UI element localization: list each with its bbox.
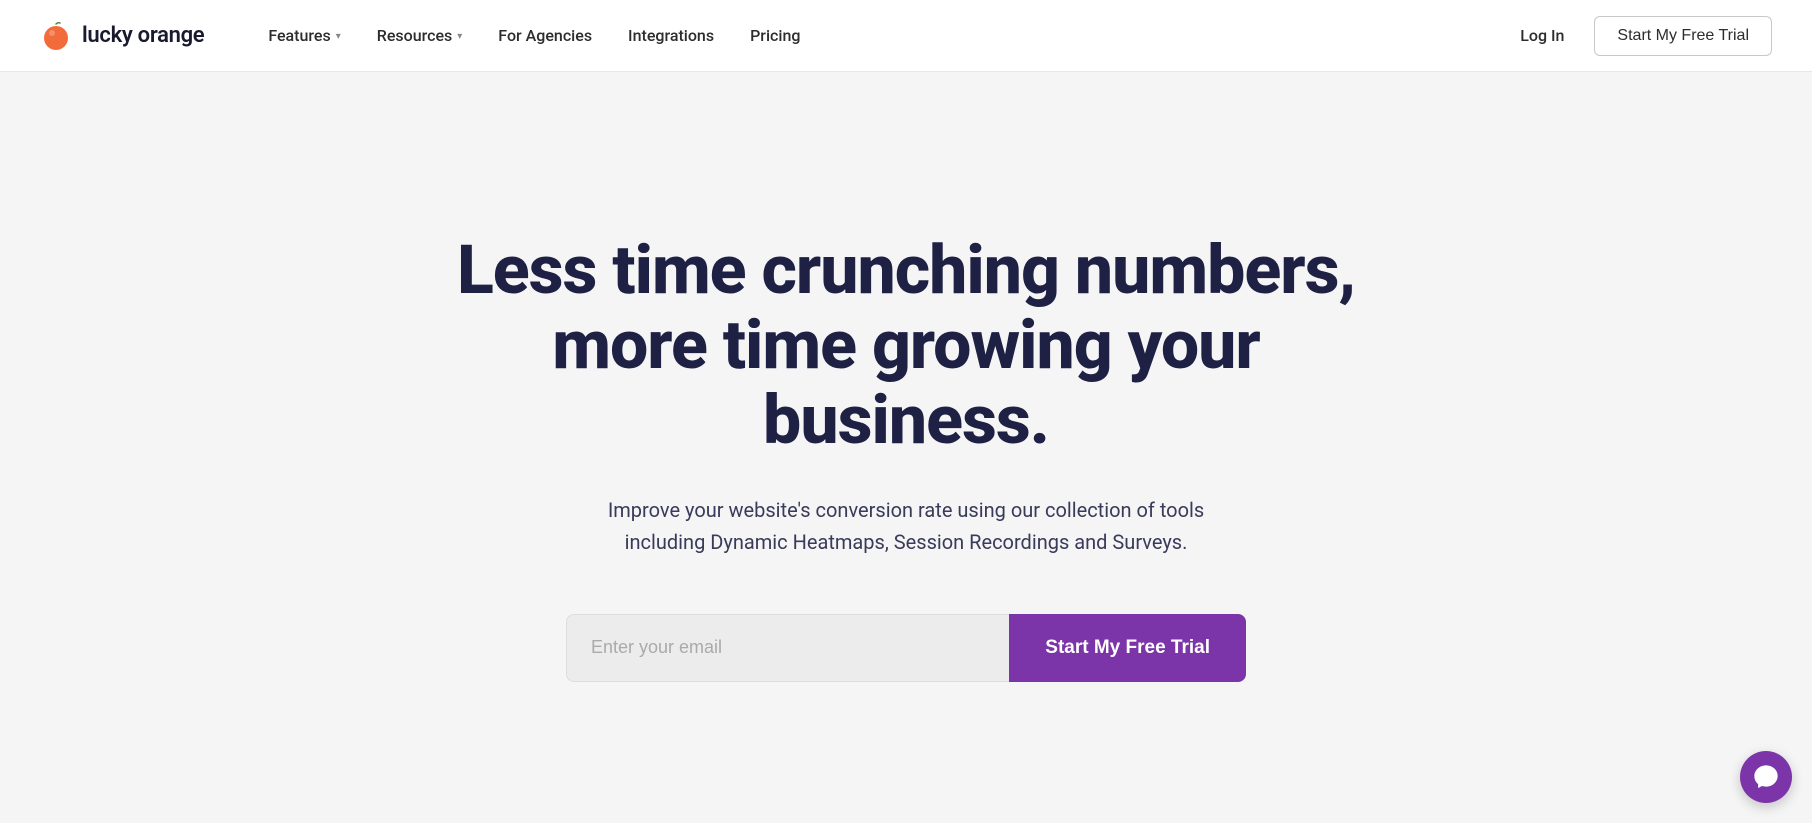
- nav-item-resources[interactable]: Resources ▾: [363, 18, 477, 53]
- email-input[interactable]: [566, 614, 1009, 682]
- nav-login-link[interactable]: Log In: [1506, 18, 1578, 53]
- nav-trial-button[interactable]: Start My Free Trial: [1594, 16, 1772, 56]
- nav-item-integrations[interactable]: Integrations: [614, 18, 728, 53]
- resources-chevron-icon: ▾: [457, 31, 462, 42]
- hero-headline-line2: more time growing your business.: [552, 305, 1260, 460]
- nav-right: Log In Start My Free Trial: [1506, 16, 1772, 56]
- brand-name: lucky orange: [82, 23, 204, 48]
- nav-resources-label: Resources: [377, 26, 453, 45]
- chat-icon: [1752, 763, 1780, 791]
- nav-links: Features ▾ Resources ▾ For Agencies Inte…: [254, 18, 1506, 53]
- hero-headline-line1: Less time crunching numbers,: [457, 230, 1355, 310]
- navbar: lucky orange Features ▾ Resources ▾ For …: [0, 0, 1812, 72]
- nav-pricing-label: Pricing: [750, 26, 800, 45]
- chat-bubble-button[interactable]: [1740, 751, 1792, 803]
- nav-agencies-label: For Agencies: [498, 26, 592, 45]
- hero-trial-button[interactable]: Start My Free Trial: [1009, 614, 1246, 682]
- logo-icon: [40, 20, 72, 52]
- features-chevron-icon: ▾: [336, 31, 341, 42]
- nav-item-features[interactable]: Features ▾: [254, 18, 354, 53]
- logo-link[interactable]: lucky orange: [40, 20, 204, 52]
- nav-item-pricing[interactable]: Pricing: [736, 18, 814, 53]
- hero-cta-row: Start My Free Trial: [566, 614, 1246, 682]
- nav-item-agencies[interactable]: For Agencies: [484, 18, 606, 53]
- hero-subtext: Improve your website's conversion rate u…: [596, 494, 1216, 558]
- hero-headline: Less time crunching numbers, more time g…: [416, 233, 1396, 457]
- nav-features-label: Features: [268, 26, 330, 45]
- hero-section: Less time crunching numbers, more time g…: [0, 72, 1812, 823]
- nav-integrations-label: Integrations: [628, 26, 714, 45]
